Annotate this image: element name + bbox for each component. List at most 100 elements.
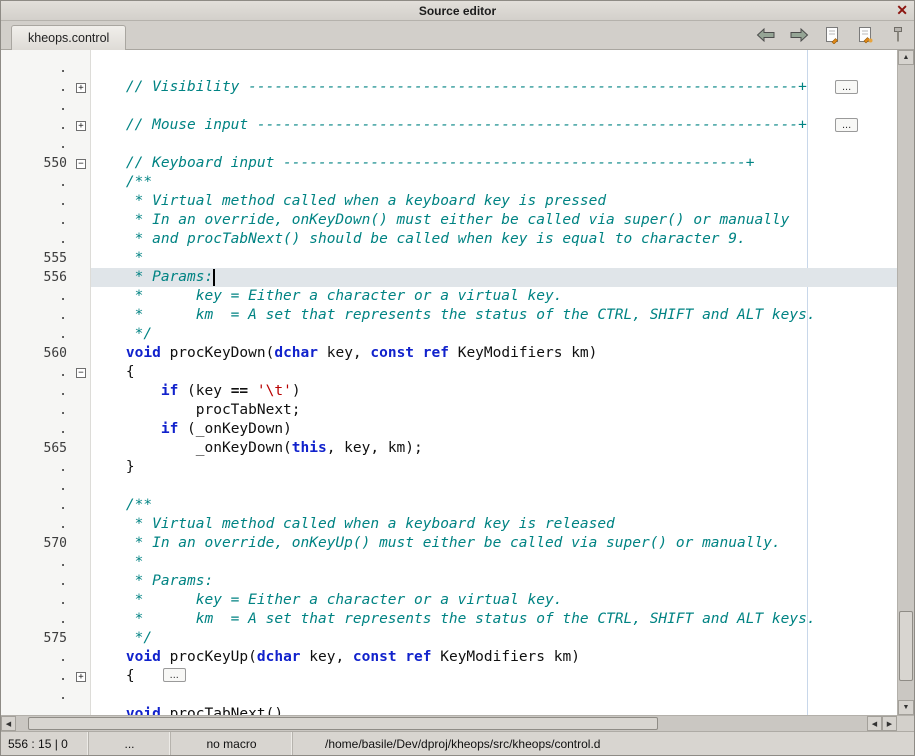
code-line[interactable]: . * Params: xyxy=(1,572,897,591)
code-line[interactable]: 550− // Keyboard input -----------------… xyxy=(1,154,897,173)
code-line[interactable]: . */ xyxy=(1,325,897,344)
code-text: */ xyxy=(91,325,897,344)
line-number: . xyxy=(1,420,71,439)
fold-column: + xyxy=(71,116,91,135)
scroll-right-icon[interactable]: ▶ xyxy=(882,716,897,731)
code-text: * km = A set that represents the status … xyxy=(91,306,897,325)
fold-collapse-icon[interactable]: − xyxy=(76,159,86,169)
tab-kheops-control[interactable]: kheops.control xyxy=(11,25,126,50)
code-line[interactable]: .+ // Mouse input ----------------------… xyxy=(1,116,897,135)
status-ellipsis: ... xyxy=(89,732,171,755)
fold-collapse-icon[interactable]: − xyxy=(76,368,86,378)
code-line[interactable]: . if (key == '\t') xyxy=(1,382,897,401)
forward-button[interactable] xyxy=(787,24,811,46)
line-number: . xyxy=(1,287,71,306)
folded-code-ellipsis[interactable]: ... xyxy=(163,668,186,682)
code-line[interactable]: . xyxy=(1,97,897,116)
code-line[interactable]: . * km = A set that represents the statu… xyxy=(1,610,897,629)
code-line[interactable]: 555 * xyxy=(1,249,897,268)
code-text: void procKeyDown(dchar key, const ref Ke… xyxy=(91,344,897,363)
line-number: . xyxy=(1,610,71,629)
code-line[interactable]: 570 * In an override, onKeyUp() must eit… xyxy=(1,534,897,553)
fold-expand-icon[interactable]: + xyxy=(76,672,86,682)
code-line[interactable]: . /** xyxy=(1,496,897,515)
code-area[interactable]: ..+ // Visibility ----------------------… xyxy=(1,50,897,715)
code-line[interactable]: . void procTabNext() xyxy=(1,705,897,715)
macro-status: no macro xyxy=(171,732,293,755)
code-line[interactable]: .− { xyxy=(1,363,897,382)
code-text xyxy=(91,59,897,78)
code-line[interactable]: . * key = Either a character or a virtua… xyxy=(1,591,897,610)
vertical-scroll-thumb[interactable] xyxy=(899,611,913,681)
line-number: . xyxy=(1,686,71,705)
pin-icon xyxy=(892,26,904,44)
line-number: 560 xyxy=(1,344,71,363)
text-cursor xyxy=(213,269,215,286)
code-line[interactable]: . * key = Either a character or a virtua… xyxy=(1,287,897,306)
fold-column xyxy=(71,629,91,648)
code-text: * Params: xyxy=(91,268,897,287)
code-line[interactable]: .+ {... xyxy=(1,667,897,686)
tab-bar: kheops.control xyxy=(1,21,914,50)
code-line[interactable]: . * Virtual method called when a keyboar… xyxy=(1,515,897,534)
line-number: 555 xyxy=(1,249,71,268)
folded-code-ellipsis[interactable]: ... xyxy=(835,118,858,132)
line-number: . xyxy=(1,591,71,610)
code-line[interactable]: . xyxy=(1,686,897,705)
code-line[interactable]: . * km = A set that represents the statu… xyxy=(1,306,897,325)
fold-column xyxy=(71,477,91,496)
fold-column xyxy=(71,135,91,154)
code-line[interactable]: . * Virtual method called when a keyboar… xyxy=(1,192,897,211)
scroll-left-end-icon[interactable]: ◀ xyxy=(867,716,882,731)
back-button[interactable] xyxy=(754,24,778,46)
code-text xyxy=(91,135,897,154)
line-number: . xyxy=(1,705,71,715)
line-number: . xyxy=(1,496,71,515)
code-line[interactable]: . void procKeyUp(dchar key, const ref Ke… xyxy=(1,648,897,667)
vertical-scrollbar[interactable]: ▲ ▼ xyxy=(897,50,914,715)
code-text: */ xyxy=(91,629,897,648)
code-line[interactable]: 560 void procKeyDown(dchar key, const re… xyxy=(1,344,897,363)
fold-expand-icon[interactable]: + xyxy=(76,121,86,131)
code-line[interactable]: . /** xyxy=(1,173,897,192)
folded-code-ellipsis[interactable]: ... xyxy=(835,80,858,94)
save-button[interactable] xyxy=(820,24,844,46)
fold-column xyxy=(71,192,91,211)
code-line[interactable]: . procTabNext; xyxy=(1,401,897,420)
code-line[interactable]: . xyxy=(1,135,897,154)
scroll-down-icon[interactable]: ▼ xyxy=(898,700,914,715)
close-icon[interactable]: ✕ xyxy=(896,2,908,19)
vertical-scroll-track[interactable] xyxy=(898,65,914,700)
save-as-button[interactable] xyxy=(853,24,877,46)
code-line[interactable]: . * xyxy=(1,553,897,572)
source-editor-window: Source editor ✕ kheops.control xyxy=(0,0,915,756)
fold-expand-icon[interactable]: + xyxy=(76,83,86,93)
horizontal-scroll-thumb[interactable] xyxy=(28,717,658,730)
code-line[interactable]: . xyxy=(1,477,897,496)
code-text: } xyxy=(91,458,897,477)
code-line[interactable]: . } xyxy=(1,458,897,477)
fold-column xyxy=(71,496,91,515)
horizontal-scrollbar[interactable]: ◀ ◀ ▶ xyxy=(1,715,914,731)
code-line[interactable]: . * and procTabNext() should be called w… xyxy=(1,230,897,249)
pin-button[interactable] xyxy=(886,24,910,46)
line-number: . xyxy=(1,553,71,572)
code-text: { xyxy=(91,363,897,382)
scroll-left-icon[interactable]: ◀ xyxy=(1,716,16,731)
code-text: procTabNext; xyxy=(91,401,897,420)
scroll-up-icon[interactable]: ▲ xyxy=(898,50,914,65)
code-line[interactable]: 556 * Params: xyxy=(1,268,897,287)
code-line[interactable]: 575 */ xyxy=(1,629,897,648)
code-line[interactable]: 565 _onKeyDown(this, key, km); xyxy=(1,439,897,458)
fold-column xyxy=(71,420,91,439)
code-line[interactable]: .+ // Visibility -----------------------… xyxy=(1,78,897,97)
code-line[interactable]: . xyxy=(1,59,897,78)
code-text: _onKeyDown(this, key, km); xyxy=(91,439,897,458)
code-text xyxy=(91,686,897,705)
title-bar[interactable]: Source editor ✕ xyxy=(1,1,914,21)
horizontal-scroll-track[interactable] xyxy=(16,716,867,731)
code-line[interactable]: . if (_onKeyDown) xyxy=(1,420,897,439)
line-number: . xyxy=(1,211,71,230)
code-line[interactable]: . * In an override, onKeyDown() must eit… xyxy=(1,211,897,230)
code-text: /** xyxy=(91,496,897,515)
